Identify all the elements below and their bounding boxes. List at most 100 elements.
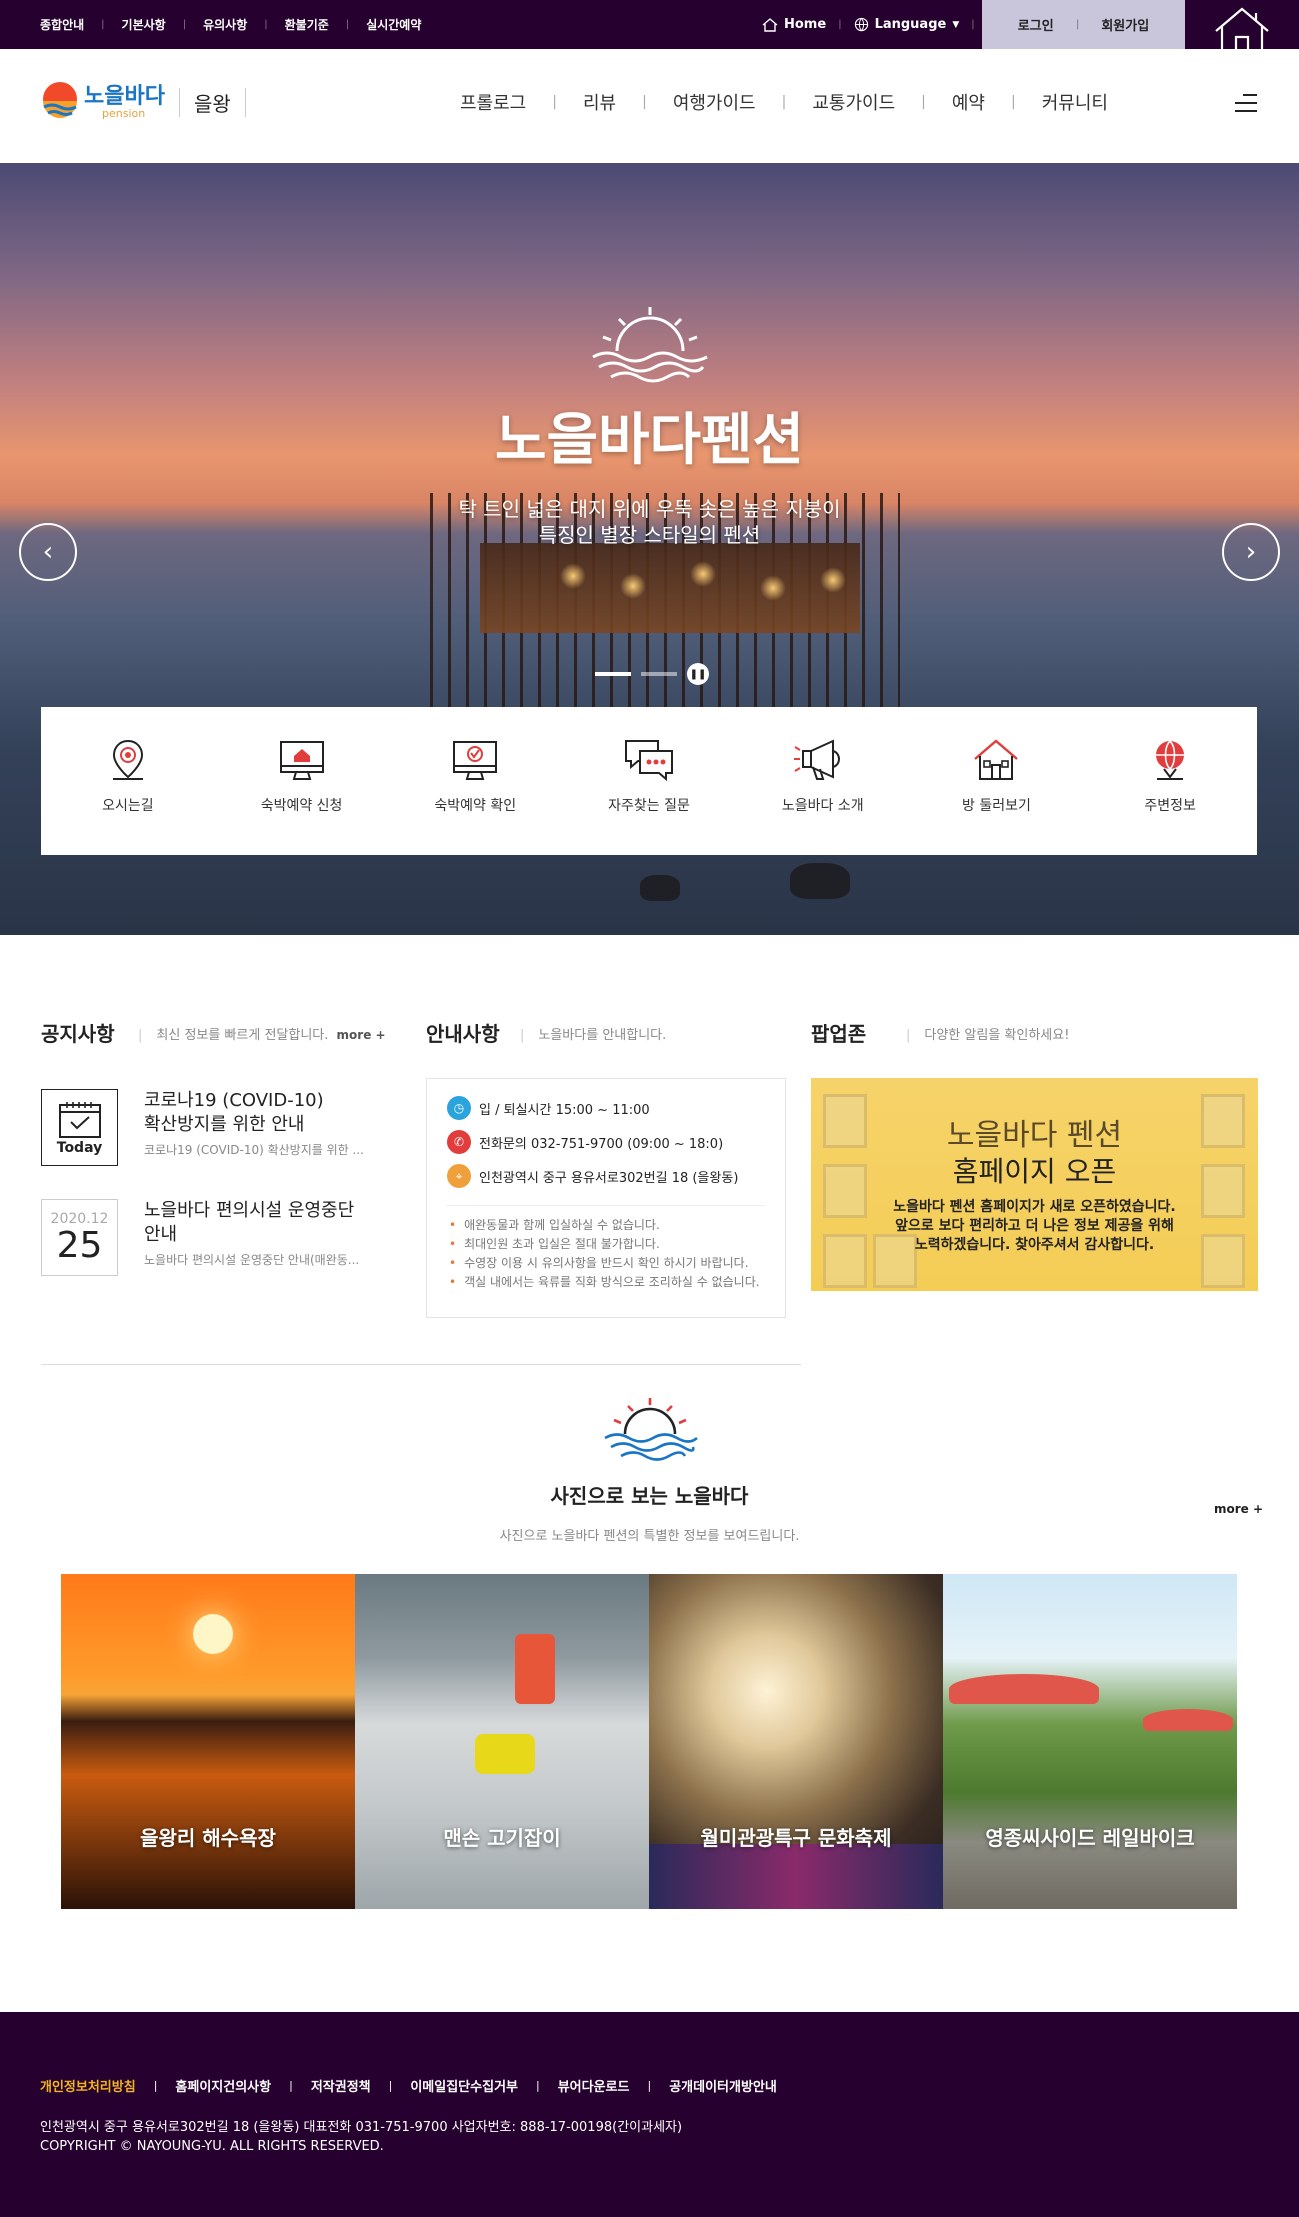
rock-image [790,863,850,899]
rail-bike-canopy-image [949,1674,1099,1704]
guide-desc-text: 노을바다를 안내합니다. [538,1028,667,1043]
divider [447,1205,765,1206]
nav-item-travel-guide[interactable]: 여행가이드 [673,89,756,115]
quick-menu-booking-request[interactable]: 숙박예약 신청 [215,707,389,855]
gallery-card-barehand-fishing[interactable]: 맨손 고기잡이 [355,1574,649,1909]
guide-desc: | 노을바다를 안내합니다. [520,1028,667,1043]
util-link-basics[interactable]: 기본사항 [122,16,166,33]
quick-menu-rooms[interactable]: 방 둘러보기 [910,707,1084,855]
separator: | [388,2079,393,2092]
signup-link[interactable]: 회원가입 [1101,15,1149,34]
guide-note: 최대인원 초과 입실은 절대 불가합니다. [449,1235,785,1254]
util-link-refund[interactable]: 환불기준 [285,16,329,33]
quick-menu-booking-check[interactable]: 숙박예약 확인 [388,707,562,855]
footer-link-copyright-policy[interactable]: 저작권정책 [311,2076,371,2095]
separator: | [535,2079,540,2092]
quick-menu-directions[interactable]: 오시는길 [41,707,215,855]
hero-prev-button[interactable]: ‹ [19,523,77,581]
logo[interactable]: 노을바다 pension 을왕 [40,81,246,123]
quick-menu-label: 숙박예약 확인 [434,798,517,814]
footer-link-suggestions[interactable]: 홈페이지건의사항 [175,2076,271,2095]
quick-menu-about[interactable]: 노을바다 소개 [736,707,910,855]
popup-desc-line2: 앞으로 보다 편리하고 더 나은 정보 제공을 위해 [895,1218,1174,1234]
rock-image [640,875,680,901]
home-button[interactable] [1185,0,1299,49]
gallery-caption: 맨손 고기잡이 [443,1826,561,1850]
notice-item[interactable]: 2020.12 25 노을바다 편의시설 운영중단 안내 노을바다 편의시설 운… [41,1199,381,1277]
footer-link-privacy[interactable]: 개인정보처리방침 [40,2076,136,2095]
popup-banner[interactable]: 노을바다 펜션 홈페이지 오픈 노을바다 펜션 홈페이지가 새로 오픈하였습니다… [811,1078,1258,1291]
home-link[interactable]: Home [762,17,826,32]
megaphone-icon [793,739,840,780]
slide-indicator-inactive[interactable] [641,672,677,676]
popup-banner-title1: 노을바다 펜션 [946,1118,1123,1153]
chevron-left-icon: ‹ [42,537,54,567]
logo-text: 노을바다 [84,83,165,109]
util-link-realtime-booking[interactable]: 실시간예약 [366,16,421,33]
monitor-check-icon [453,741,498,780]
separator: | [182,19,187,30]
lamp-glow [690,561,716,587]
house-icon [974,739,1019,780]
address-row: ⌖ 인천광역시 중구 용유서로302번길 18 (을왕동) [447,1159,785,1193]
notice-title-line1: 노을바다 편의시설 운영중단 [144,1200,355,1221]
notice-item-summary: 코로나19 (COVID-10) 확산방지를 위한 ... [144,1143,364,1157]
util-link-overview[interactable]: 종합안내 [40,16,84,33]
checkin-text: 입 / 퇴실시간 15:00 ~ 11:00 [479,1102,650,1118]
guide-title: 안내사항 [426,1022,500,1046]
separator: | [101,19,105,30]
nav-item-review[interactable]: 리뷰 [583,89,616,115]
person-image [515,1634,555,1704]
nav-item-prologue[interactable]: 프롤로그 [460,89,526,115]
logo-subtext: pension [102,106,146,120]
footer-link-viewer-download[interactable]: 뷰어다운로드 [558,2076,630,2095]
rail-bike-canopy-image [1143,1709,1233,1731]
footer-link-email-refusal[interactable]: 이메일집단수집거부 [410,2076,518,2095]
quick-menu-label: 노을바다 소개 [781,798,864,814]
gallery-more-link[interactable]: more + [1214,1502,1263,1516]
guide-note: 수영장 이용 시 유의사항을 반드시 확인 하시기 바랍니다. [449,1254,785,1273]
sunset-waves-icon [592,307,708,383]
lamp-glow [620,573,646,599]
hero-subtitle: 탁 트인 넓은 대지 위에 우뚝 솟은 높은 지붕이 특징인 별장 스타일의 펜… [0,496,1299,548]
separator: | [289,2079,293,2092]
phone-row: ✆ 전화문의 032-751-9700 (09:00 ~ 18:0) [447,1125,785,1159]
notice-more-link[interactable]: more + [337,1028,386,1042]
slide-indicator: ❚❚ [595,663,709,685]
date-day: 25 [56,1224,103,1266]
sunset-logo-icon [43,82,77,118]
gallery-desc: 사진으로 노을바다 펜션의 특별한 정보를 보여드립니다. [499,1529,800,1544]
date-badge: 2020.12 25 [41,1199,118,1276]
quick-menu-faq[interactable]: 자주찾는 질문 [562,707,736,855]
nav-item-traffic-guide[interactable]: 교통가이드 [812,89,895,115]
today-label: Today [56,1139,103,1156]
separator: | [642,94,647,110]
hero-next-button[interactable]: › [1222,523,1280,581]
popup-title: 팝업존 [811,1022,867,1046]
nav-item-reservation[interactable]: 예약 [952,89,985,115]
gallery-card-wolmi-festival[interactable]: 월미관광특구 문화축제 [649,1574,943,1909]
pause-icon[interactable]: ❚❚ [687,663,709,685]
location-icon: ⌖ [447,1164,471,1188]
util-link-cautions[interactable]: 유의사항 [203,16,247,33]
nav-item-community[interactable]: 커뮤니티 [1042,89,1108,115]
footer-links: 개인정보처리방침 | 홈페이지건의사항 | 저작권정책 | 이메일집단수집거부 … [40,2076,777,2095]
gallery-caption: 월미관광특구 문화축제 [700,1826,892,1850]
slide-indicator-active[interactable] [595,672,631,676]
footer-link-open-data[interactable]: 공개데이터개방안내 [669,2076,777,2095]
lamp-glow [560,563,586,589]
gallery-card-eulwangri-beach[interactable]: 을왕리 해수욕장 [61,1574,355,1909]
language-label: Language [874,17,947,32]
person-image [475,1734,535,1774]
language-selector[interactable]: Language ▼ [854,17,959,32]
quick-menu-nearby-info[interactable]: 주변정보 [1083,707,1257,855]
footer-address: 인천광역시 중구 용유서로302번길 18 (을왕동) 대표전화 031-751… [40,2120,683,2135]
notice-item[interactable]: Today 코로나19 (COVID-10) 확산방지를 위한 안내 코로나19… [41,1089,381,1167]
phone-icon: ✆ [447,1130,471,1154]
quick-menu-label: 자주찾는 질문 [608,798,690,814]
login-link[interactable]: 로그인 [1018,15,1054,34]
gallery-card-rail-bike[interactable]: 영종씨사이드 레일바이크 [943,1574,1237,1909]
hamburger-menu-icon[interactable] [1235,94,1257,118]
notice-title-line2: 안내 [144,1224,178,1245]
separator: | [781,94,787,110]
